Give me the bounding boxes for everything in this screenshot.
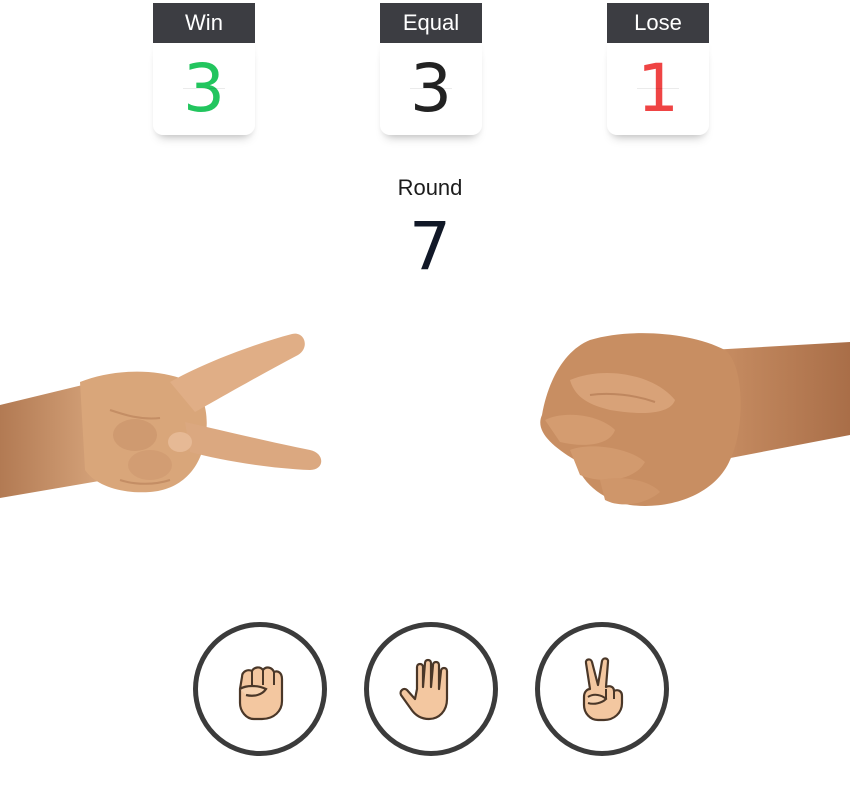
equal-card: 3 — [380, 43, 482, 135]
hand-scissors-photo — [0, 333, 322, 498]
win-score: Win 3 — [153, 3, 255, 135]
equal-score: Equal 3 — [380, 3, 482, 135]
win-card-divider — [183, 88, 225, 89]
win-count: 3 — [183, 50, 225, 127]
round-label: Round — [397, 175, 463, 200]
player-hand-scissors — [0, 320, 330, 520]
scissors-button[interactable] — [535, 622, 669, 756]
lose-label: Lose — [607, 3, 709, 43]
rock-button[interactable] — [193, 622, 327, 756]
game-stage: Win 3 Equal 3 Lose 1 Round 7 — [0, 0, 850, 807]
hand-rock-photo — [540, 333, 850, 506]
paper-button[interactable] — [364, 622, 498, 756]
lose-count: 1 — [637, 50, 679, 127]
lose-score: Lose 1 — [607, 3, 709, 135]
equal-card-divider — [410, 88, 452, 89]
lose-card-divider — [637, 88, 679, 89]
equal-label: Equal — [380, 3, 482, 43]
equal-count: 3 — [410, 50, 452, 127]
win-card: 3 — [153, 43, 255, 135]
open-hand-emoji-icon — [399, 658, 449, 721]
win-label: Win — [153, 3, 255, 43]
round-number: 7 — [409, 208, 451, 285]
victory-hand-emoji-icon — [582, 657, 624, 722]
fist-emoji-icon — [238, 666, 284, 721]
lose-card: 1 — [607, 43, 709, 135]
opponent-hand-rock — [530, 320, 850, 520]
